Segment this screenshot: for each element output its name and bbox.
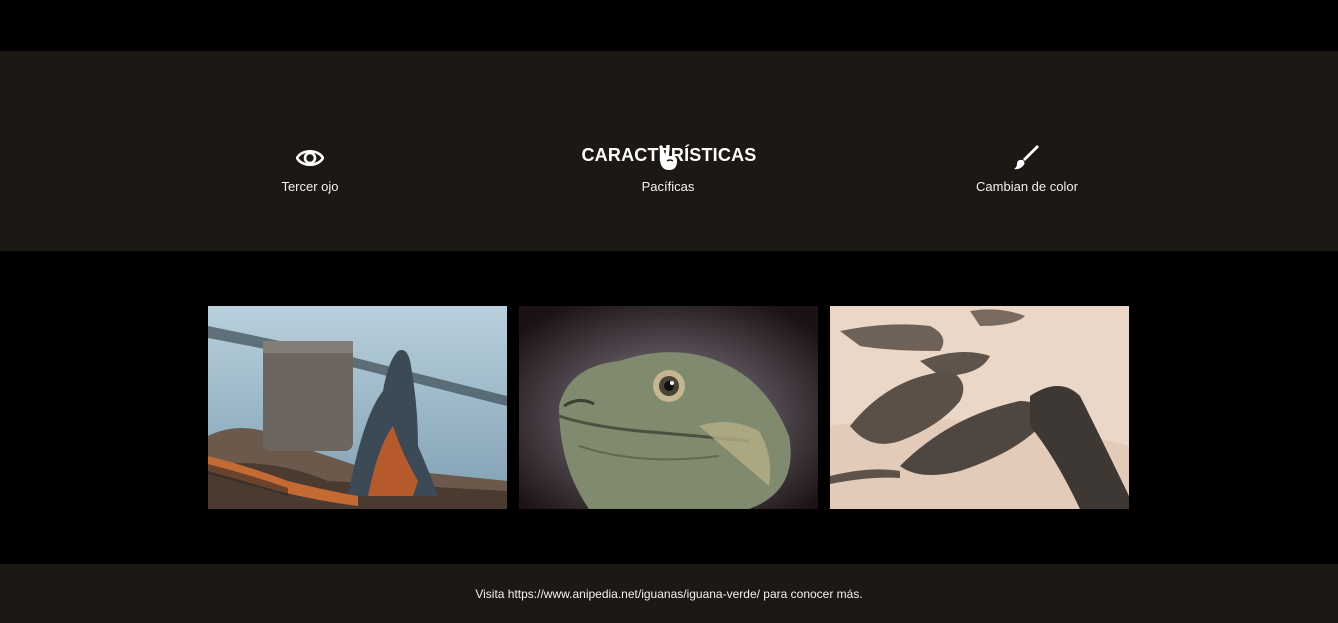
gallery-image-iguana-rocks — [208, 306, 507, 509]
gallery-image-iguana-head — [519, 306, 818, 509]
feature-label: Cambian de color — [976, 179, 1078, 194]
footer-text: Visita https://www.anipedia.net/iguanas/… — [475, 586, 863, 601]
feature-third-eye: Tercer ojo — [200, 143, 420, 194]
gallery-image-iguanas-sand — [830, 306, 1129, 509]
peace-hand-icon — [558, 143, 778, 173]
feature-label: Pacíficas — [641, 179, 695, 194]
feature-label: Tercer ojo — [281, 179, 339, 194]
paint-brush-icon — [917, 143, 1137, 173]
features-section: CARACTERÍSTICAS Tercer ojo Pacíficas Cam… — [0, 51, 1338, 251]
top-band — [0, 0, 1338, 51]
eye-icon — [200, 143, 420, 173]
feature-change-color: Cambian de color — [917, 143, 1137, 194]
gallery-section — [0, 251, 1338, 564]
feature-peaceful: Pacíficas — [558, 143, 778, 194]
footer: Visita https://www.anipedia.net/iguanas/… — [0, 564, 1338, 623]
